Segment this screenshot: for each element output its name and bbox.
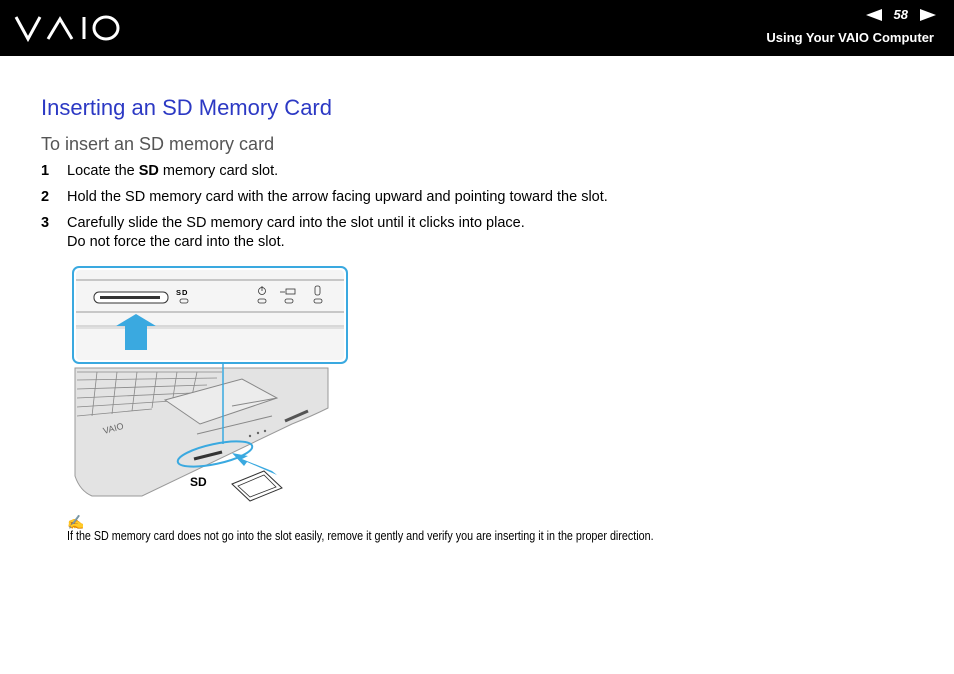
sd-slot-illustration: VAIO SD SD [72, 266, 362, 511]
page-number: 58 [893, 7, 908, 22]
vaio-logo [14, 13, 122, 48]
panel-sd-label: SD [176, 288, 189, 297]
page-header: 58 Using Your VAIO Computer [0, 0, 954, 56]
step-text: Hold the SD memory card with the arrow f… [67, 189, 608, 205]
page-navigation: 58 [865, 7, 936, 22]
note-text: If the SD memory card does not go into t… [67, 529, 654, 543]
step-number: 3 [41, 215, 50, 231]
sd-callout-label: SD [190, 475, 207, 489]
step-text: Carefully slide the SD memory card into … [67, 215, 525, 250]
step-text: Locate the SD memory card slot. [67, 163, 279, 179]
previous-page-arrow-icon[interactable] [865, 8, 882, 21]
next-page-arrow-icon[interactable] [920, 8, 936, 21]
procedure-subtitle: To insert an SD memory card [41, 134, 275, 154]
section-title: Using Your VAIO Computer [766, 30, 934, 45]
step-number: 2 [41, 189, 50, 205]
page-title: Inserting an SD Memory Card [41, 95, 332, 120]
step-number: 1 [41, 163, 50, 179]
